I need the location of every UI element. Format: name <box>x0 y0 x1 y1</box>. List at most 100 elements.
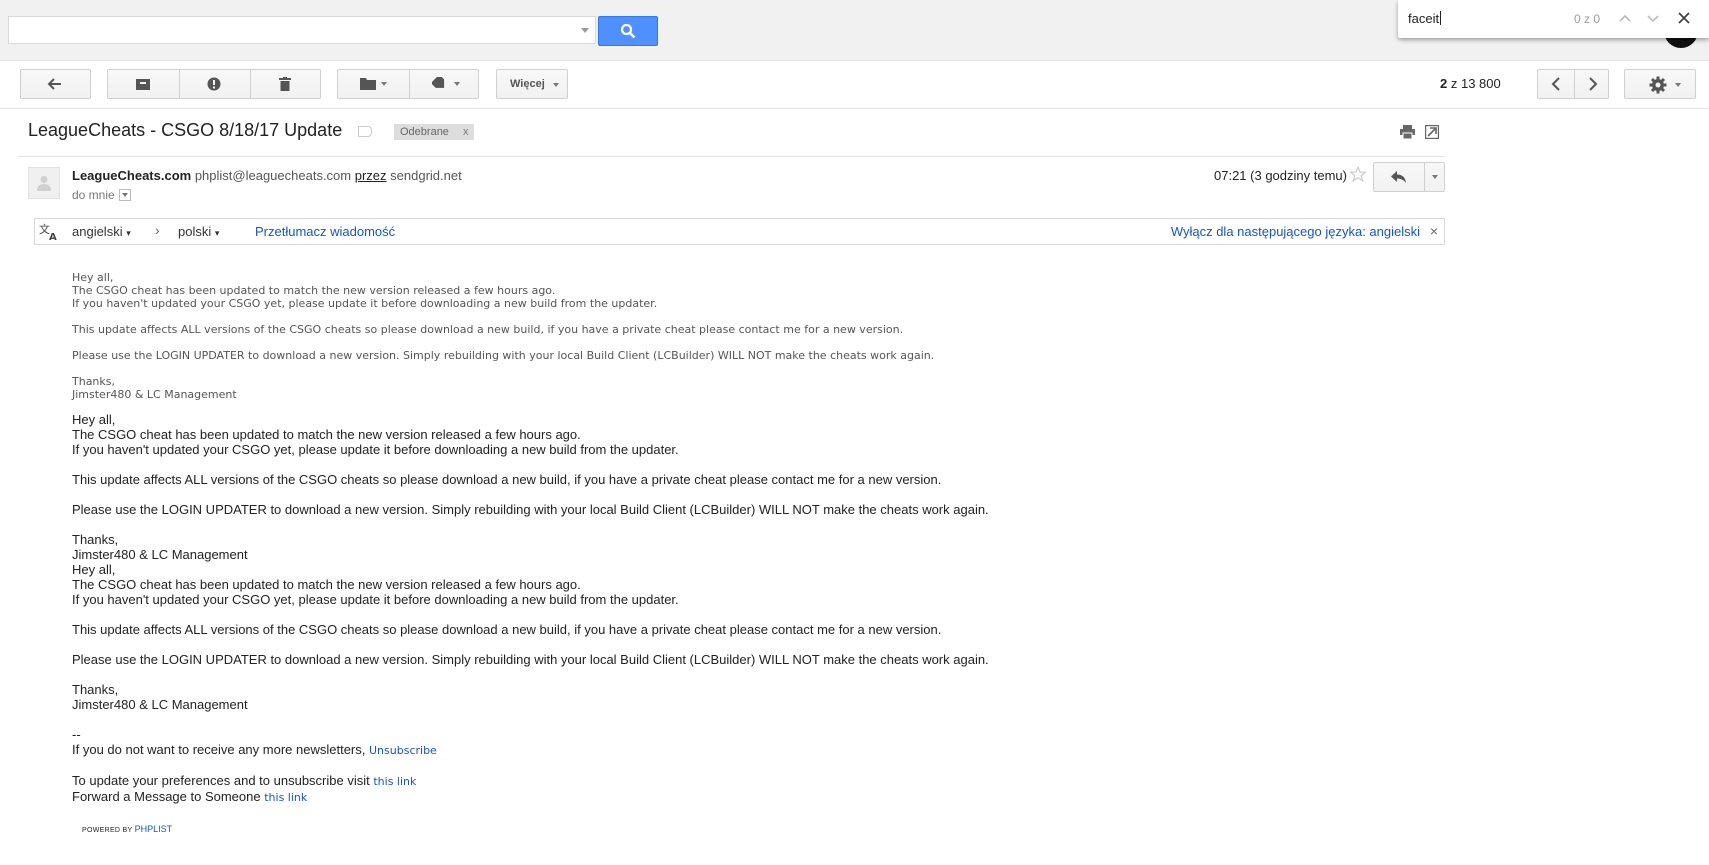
move-label-group <box>337 69 479 99</box>
target-language-select[interactable]: polski ▾ <box>178 224 219 239</box>
disable-translation-link[interactable]: Wyłącz dla następującego języka: angiels… <box>1171 224 1420 239</box>
show-details-icon[interactable] <box>118 189 131 201</box>
powered-by-badge[interactable]: POWERED BY PHPLIST <box>82 824 172 834</box>
search-options-icon[interactable] <box>581 28 589 33</box>
pager-button-group <box>1537 69 1609 99</box>
toolbar-divider <box>0 108 1709 109</box>
recipient-line: do mnie <box>72 188 131 202</box>
via-link[interactable]: przez <box>355 168 387 183</box>
settings-button[interactable] <box>1624 69 1696 99</box>
chevron-right-icon <box>1589 77 1598 91</box>
star-icon[interactable] <box>1350 166 1366 182</box>
body-line: This update affects ALL versions of the … <box>72 323 904 336</box>
more-button-label: Więcej <box>510 78 545 90</box>
move-to-button[interactable] <box>338 70 409 98</box>
body-line: Thanks, <box>72 682 119 697</box>
find-input[interactable]: faceit <box>1408 11 1558 26</box>
chevron-down-icon <box>1432 175 1438 179</box>
body-line: The CSGO cheat has been updated to match… <box>72 427 581 442</box>
forward-line: Forward a Message to Someone this link <box>72 789 989 805</box>
find-next-icon[interactable] <box>1646 11 1660 25</box>
folder-icon <box>360 78 376 90</box>
reply-icon <box>1391 171 1406 183</box>
find-previous-icon[interactable] <box>1618 11 1632 25</box>
body-line: This update affects ALL versions of the … <box>72 472 942 487</box>
preferences-text: To update your preferences and to unsubs… <box>72 773 370 788</box>
phplist-logo: PHPLIST <box>134 824 173 834</box>
back-button[interactable] <box>20 69 91 99</box>
signature-separator: -- <box>72 727 81 742</box>
unsubscribe-line: If you do not want to receive any more n… <box>72 742 989 758</box>
sender-name[interactable]: LeagueCheats.com <box>72 168 191 183</box>
older-button[interactable] <box>1574 70 1610 98</box>
more-actions-button[interactable] <box>1424 163 1445 191</box>
archive-button[interactable] <box>108 70 179 98</box>
body-line: Hey all, <box>72 412 116 427</box>
label-chip-text: Odebrane <box>400 126 449 138</box>
close-icon[interactable] <box>1676 10 1692 26</box>
chevron-down-icon <box>454 82 460 86</box>
body-line: Thanks, <box>72 532 119 547</box>
powered-by-text: POWERED BY <box>82 827 133 834</box>
label-chip-inbox[interactable]: Odebrane x <box>394 124 475 140</box>
translate-message-link[interactable]: Przetłumacz wiadomość <box>255 224 395 239</box>
reply-button-group <box>1373 162 1445 192</box>
source-language-select[interactable]: angielski ▾ <box>72 224 131 239</box>
recipient-text: do mnie <box>72 188 115 202</box>
report-spam-button[interactable] <box>179 70 251 98</box>
forward-text: Forward a Message to Someone <box>72 789 261 804</box>
forward-link[interactable]: this link <box>264 791 307 804</box>
body-line: Hey all, <box>72 271 114 284</box>
importance-marker-icon[interactable] <box>358 126 372 137</box>
body-line: The CSGO cheat has been updated to match… <box>72 284 556 297</box>
body-line: Jimster480 & LC Management <box>72 697 248 712</box>
print-icon[interactable] <box>1400 125 1415 139</box>
more-button[interactable]: Więcej <box>496 69 568 99</box>
preferences-link[interactable]: this link <box>373 775 416 788</box>
trash-icon <box>279 77 291 91</box>
chevron-down-icon <box>553 83 559 87</box>
unsubscribe-link[interactable]: Unsubscribe <box>369 744 437 757</box>
message-body-plain: Hey all, The CSGO cheat has been updated… <box>72 271 934 401</box>
sender-line: LeagueCheats.com phplist@leaguecheats.co… <box>72 168 462 183</box>
pager-count: 2 z 13 800 <box>1440 76 1501 91</box>
translate-icon: 文A <box>39 223 57 241</box>
back-icon <box>47 78 61 90</box>
gear-icon <box>1649 76 1667 94</box>
body-line: Jimster480 & LC Management <box>72 388 237 401</box>
translate-bar-close-button[interactable]: × <box>1430 223 1438 239</box>
find-match-count: 0 z 0 <box>1573 12 1600 26</box>
body-line: Please use the LOGIN UPDATER to download… <box>72 652 989 667</box>
via-domain: sendgrid.net <box>390 168 462 183</box>
body-line: If you haven't updated your CSGO yet, pl… <box>72 442 679 457</box>
svg-text:A: A <box>49 232 57 241</box>
translate-bar: 文A angielski ▾ › polski ▾ Przetłumacz wi… <box>34 218 1445 245</box>
message-body-html: Hey all, The CSGO cheat has been updated… <box>72 412 989 805</box>
action-button-group <box>107 69 321 99</box>
label-remove-button[interactable]: x <box>463 126 469 138</box>
labels-button[interactable] <box>409 70 480 98</box>
newer-button[interactable] <box>1538 70 1574 98</box>
delete-button[interactable] <box>250 70 322 98</box>
unsubscribe-text: If you do not want to receive any more n… <box>72 742 366 757</box>
message-time: 07:21 (3 godziny temu) <box>1214 168 1347 183</box>
email-subject: LeagueCheats - CSGO 8/18/17 Update <box>28 120 343 140</box>
search-button[interactable] <box>598 16 658 46</box>
body-line: If you haven't updated your CSGO yet, pl… <box>72 592 679 607</box>
body-line: This update affects ALL versions of the … <box>72 622 942 637</box>
sender-avatar[interactable] <box>28 167 60 199</box>
body-line: Please use the LOGIN UPDATER to download… <box>72 502 989 517</box>
spam-icon <box>207 77 221 91</box>
chevron-left-icon <box>1551 77 1560 91</box>
person-icon <box>37 176 51 191</box>
reply-button[interactable] <box>1374 163 1424 191</box>
search-box[interactable] <box>8 16 596 44</box>
chevron-down-icon <box>1675 83 1681 87</box>
find-in-page-bar: faceit 0 z 0 <box>1398 0 1709 38</box>
body-line: Thanks, <box>72 375 116 388</box>
body-line: The CSGO cheat has been updated to match… <box>72 577 581 592</box>
archive-icon <box>136 79 150 90</box>
search-input[interactable] <box>9 17 585 43</box>
body-line: If you haven't updated your CSGO yet, pl… <box>72 297 658 310</box>
new-window-icon[interactable] <box>1425 125 1439 139</box>
